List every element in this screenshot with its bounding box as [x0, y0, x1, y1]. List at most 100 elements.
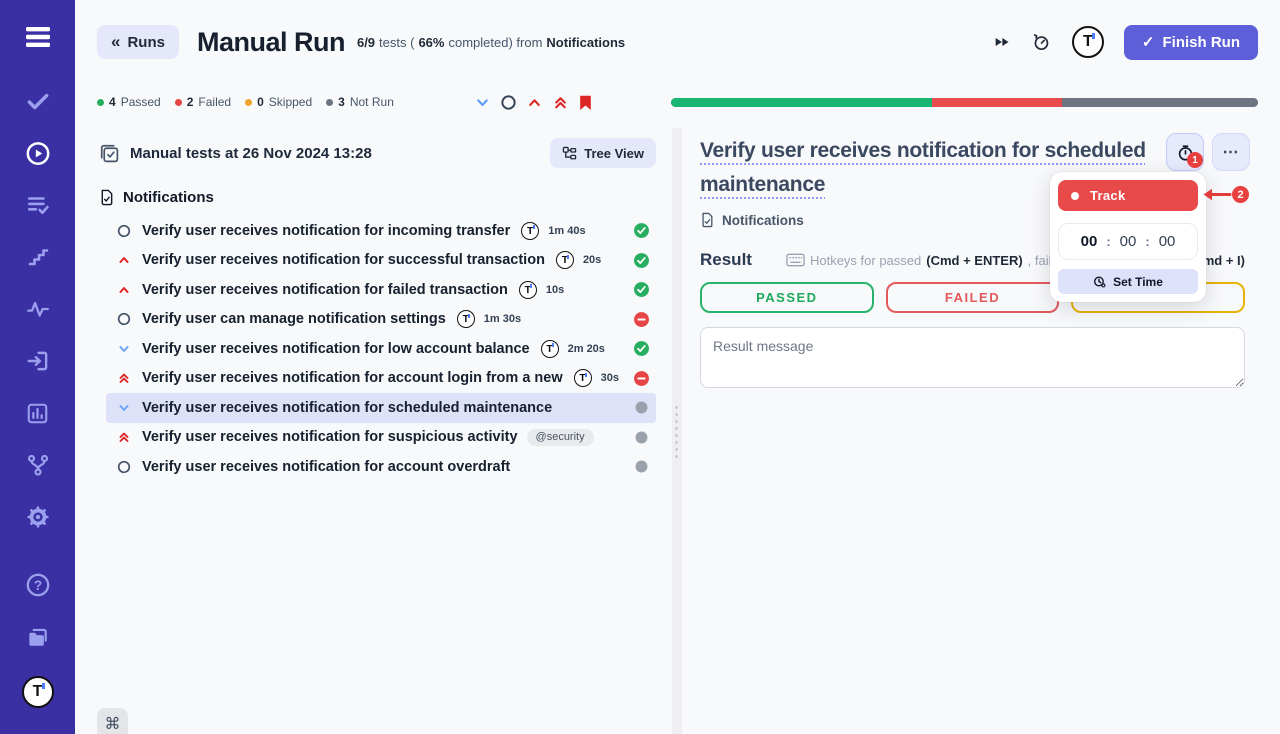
- test-row[interactable]: Verify user receives notification for ac…: [106, 364, 656, 394]
- priority-high-icon: [116, 282, 132, 298]
- test-row[interactable]: Verify user receives notification for fa…: [106, 275, 656, 305]
- filter-priority-critical-icon[interactable]: [552, 94, 569, 111]
- suite-folder-label: Notifications: [123, 189, 214, 206]
- track-label: Track: [1090, 188, 1125, 203]
- testomat-badge-icon: T: [519, 281, 537, 299]
- test-row[interactable]: Verify user receives notification for ac…: [106, 452, 656, 482]
- time-display[interactable]: 00 : 00 : 00: [1058, 223, 1198, 260]
- finish-run-button[interactable]: ✓ Finish Run: [1124, 25, 1258, 60]
- test-duration: 1m 30s: [484, 313, 521, 325]
- run-progress-bar: [671, 98, 1258, 107]
- fast-forward-icon[interactable]: [992, 34, 1010, 50]
- test-tag-badge: @security: [527, 429, 594, 446]
- source-suite: Notifications: [546, 35, 625, 50]
- ellipsis-icon: ⋯: [1223, 142, 1240, 162]
- failed-dot-icon: [175, 99, 182, 106]
- breadcrumb-document-icon: [700, 212, 714, 228]
- sidebar-bottom-nav: ? T: [22, 572, 54, 734]
- test-duration: 2m 20s: [568, 343, 605, 355]
- resizer-grip-icon: [674, 404, 680, 458]
- sidebar-branches-icon[interactable]: [25, 452, 51, 478]
- test-duration: 20s: [583, 254, 601, 266]
- priority-normal-icon: [116, 311, 132, 327]
- sidebar-settings-icon[interactable]: [25, 504, 51, 530]
- status-notrun-icon: [633, 429, 650, 446]
- time-hours: 00: [1081, 233, 1098, 250]
- back-to-runs-button[interactable]: « Runs: [97, 25, 179, 59]
- run-checklist-icon: [99, 143, 120, 164]
- test-row[interactable]: Verify user can manage notification sett…: [106, 305, 656, 335]
- status-passed-icon: [633, 252, 650, 269]
- breadcrumb-label: Notifications: [722, 213, 804, 228]
- more-actions-button[interactable]: ⋯: [1212, 133, 1250, 171]
- sidebar-import-icon[interactable]: [25, 348, 51, 374]
- testomat-logo-icon[interactable]: T: [22, 676, 54, 708]
- record-dot-icon: [1071, 192, 1079, 200]
- test-title: Verify user receives notification for sc…: [142, 400, 552, 416]
- svg-text:?: ?: [33, 578, 41, 593]
- filter-bookmark-icon[interactable]: [578, 94, 593, 111]
- test-title: Verify user receives notification for fa…: [142, 282, 508, 298]
- sidebar-runs-icon[interactable]: [25, 140, 51, 166]
- filter-priority-normal-icon[interactable]: [500, 94, 517, 111]
- command-shortcuts-button[interactable]: ⌘: [97, 708, 128, 734]
- test-row-selected[interactable]: Verify user receives notification for sc…: [106, 393, 656, 423]
- header-logo-icon[interactable]: T: [1072, 26, 1104, 58]
- tree-view-label: Tree View: [584, 146, 644, 161]
- time-minutes: 00: [1120, 233, 1137, 250]
- progress-notrun-segment: [1062, 98, 1258, 107]
- topbar-actions: T ✓ Finish Run: [992, 25, 1258, 60]
- list-header: Manual tests at 26 Nov 2024 13:28 Tree V…: [99, 136, 656, 170]
- colon: :: [1145, 234, 1149, 249]
- suite-document-icon: [99, 189, 114, 206]
- status-failed-icon: [633, 370, 650, 387]
- test-title: Verify user receives notification for su…: [142, 252, 545, 268]
- result-heading: Result: [700, 250, 752, 270]
- colon: :: [1106, 234, 1110, 249]
- track-button[interactable]: Track: [1058, 180, 1198, 211]
- panel-resizer[interactable]: [672, 128, 682, 734]
- keyboard-icon: [786, 253, 805, 267]
- tree-view-button[interactable]: Tree View: [550, 138, 656, 168]
- back-chevrons-icon: «: [111, 32, 120, 52]
- help-icon[interactable]: ?: [25, 572, 51, 598]
- sidebar-tests-icon[interactable]: [25, 88, 51, 114]
- projects-folder-icon[interactable]: [25, 624, 51, 650]
- test-title: Verify user receives notification for lo…: [142, 341, 530, 357]
- filter-priority-low-icon[interactable]: [474, 94, 491, 111]
- sidebar-milestones-icon[interactable]: [25, 244, 51, 270]
- priority-normal-icon: [116, 223, 132, 239]
- test-row[interactable]: Verify user receives notification for su…: [106, 423, 656, 453]
- timer-reset-icon[interactable]: [1030, 31, 1052, 53]
- suite-folder-row[interactable]: Notifications: [99, 182, 656, 212]
- hamburger-menu-icon[interactable]: [23, 24, 53, 55]
- priority-critical-icon: [116, 370, 132, 386]
- time-seconds: 00: [1159, 233, 1176, 250]
- set-time-button[interactable]: Set Time: [1058, 269, 1198, 294]
- status-row: 4Passed 2Failed 0Skipped 3Not Run: [97, 92, 1258, 112]
- testomat-badge-icon: T: [556, 251, 574, 269]
- status-passed-icon: [633, 281, 650, 298]
- test-row[interactable]: Verify user receives notification for lo…: [106, 334, 656, 364]
- failed-button[interactable]: FAILED: [886, 282, 1060, 313]
- sidebar-pulse-icon[interactable]: [25, 296, 51, 322]
- filter-priority-high-icon[interactable]: [526, 94, 543, 111]
- priority-low-icon: [116, 341, 132, 357]
- sidebar-reports-icon[interactable]: [25, 400, 51, 426]
- completed-word: completed) from: [448, 35, 542, 50]
- test-title: Verify user receives notification for in…: [142, 223, 510, 239]
- progress-passed-segment: [671, 98, 932, 107]
- status-passed-icon: [633, 340, 650, 357]
- test-title: Verify user receives notification for ac…: [142, 459, 510, 475]
- skipped-dot-icon: [245, 99, 252, 106]
- passed-button[interactable]: PASSED: [700, 282, 874, 313]
- notrun-count: 3Not Run: [326, 95, 394, 109]
- sidebar-plans-icon[interactable]: [25, 192, 51, 218]
- tree-view-icon: [562, 146, 577, 161]
- result-message-input[interactable]: [700, 327, 1245, 388]
- test-duration: 10s: [546, 284, 564, 296]
- hotkeys-prefix: Hotkeys for passed: [810, 253, 921, 268]
- test-row[interactable]: Verify user receives notification for in…: [106, 216, 656, 246]
- hotkeys-passed-keys: (Cmd + ENTER): [926, 253, 1022, 268]
- test-row[interactable]: Verify user receives notification for su…: [106, 246, 656, 276]
